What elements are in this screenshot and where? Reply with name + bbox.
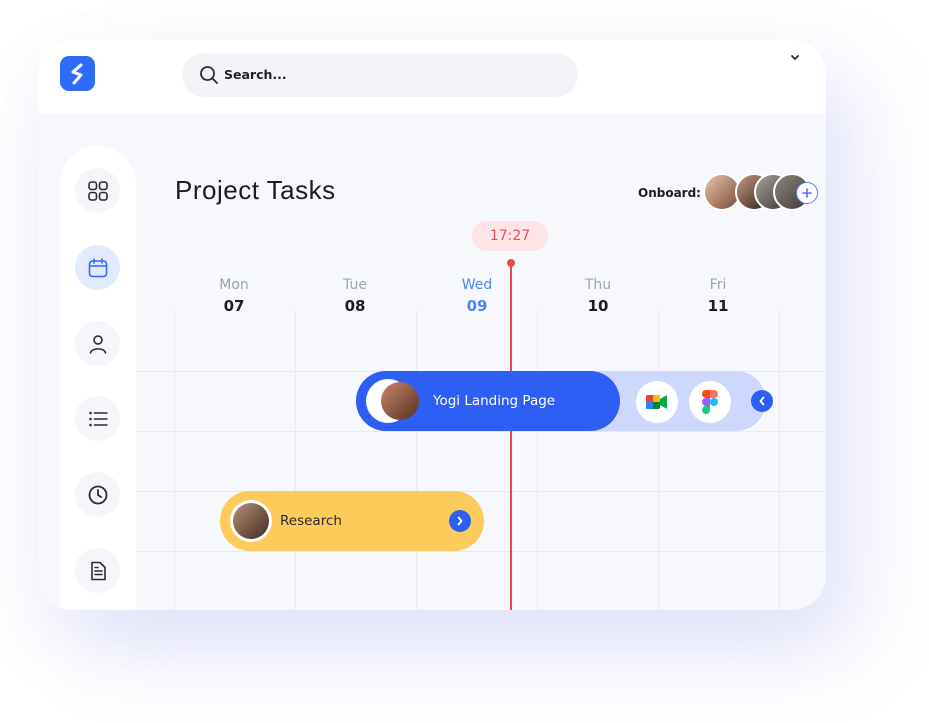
chevron-right-icon — [457, 516, 463, 526]
sidebar — [60, 146, 136, 610]
grid-icon — [87, 180, 108, 201]
plus-icon — [802, 188, 812, 198]
day-column-header[interactable]: Tue 08 — [320, 277, 390, 315]
top-bar: Search... — [38, 40, 826, 113]
sidebar-item-dashboard[interactable] — [75, 168, 120, 213]
day-column-header-current[interactable]: Wed 09 — [442, 277, 512, 315]
sidebar-item-list[interactable] — [75, 396, 120, 441]
grid-line — [658, 310, 659, 610]
day-date: 11 — [707, 297, 729, 315]
grid-line — [174, 310, 175, 610]
task-label: Research — [280, 513, 342, 529]
collapse-button[interactable] — [751, 390, 773, 412]
s-logo-icon — [71, 63, 82, 84]
grid-line — [295, 310, 296, 610]
figma-button[interactable] — [689, 381, 731, 423]
app-window: Search... Project Tasks Onboard: 17:27 M… — [38, 40, 826, 610]
google-meet-button[interactable] — [636, 381, 678, 423]
sidebar-item-documents[interactable] — [75, 548, 120, 593]
current-time-dot — [507, 259, 515, 267]
day-name: Tue — [343, 277, 367, 293]
current-time-badge: 17:27 — [472, 221, 548, 251]
day-date: 07 — [223, 297, 245, 315]
grid-line — [779, 310, 780, 610]
grid-line — [136, 551, 826, 552]
document-icon — [90, 561, 106, 580]
chevron-down-icon[interactable] — [790, 54, 800, 62]
day-date: 10 — [587, 297, 609, 315]
app-logo[interactable] — [60, 56, 95, 91]
sidebar-item-profile[interactable] — [75, 321, 120, 366]
task-assignee-avatar — [366, 379, 419, 423]
search-icon — [200, 66, 218, 84]
task-bar-main[interactable]: Yogi Landing Page — [356, 371, 620, 431]
grid-line — [416, 310, 417, 610]
page-title: Project Tasks — [175, 175, 336, 205]
add-member-button[interactable] — [796, 182, 818, 204]
day-column-header[interactable]: Mon 07 — [199, 277, 269, 315]
day-name: Thu — [584, 277, 612, 293]
user-icon — [89, 334, 106, 354]
grid-line — [537, 310, 538, 610]
sidebar-item-calendar[interactable] — [75, 245, 120, 290]
task-assignee-avatar — [230, 500, 272, 542]
current-time-line — [510, 263, 512, 610]
day-column-header[interactable]: Fri 11 — [683, 277, 753, 315]
search-input[interactable]: Search... — [224, 67, 287, 82]
day-name: Wed — [461, 277, 493, 293]
grid-line — [136, 431, 826, 432]
calendar-icon — [88, 257, 107, 277]
expand-button[interactable] — [449, 510, 471, 532]
task-bar-research[interactable]: Research — [220, 491, 484, 551]
task-bar-yogi-landing-page[interactable]: Yogi Landing Page — [356, 371, 773, 431]
search-bar[interactable]: Search... — [182, 53, 578, 97]
chevron-left-icon — [759, 396, 765, 406]
clock-icon — [88, 485, 107, 504]
day-name: Fri — [709, 277, 727, 293]
task-label: Yogi Landing Page — [433, 393, 556, 409]
google-meet-icon — [646, 395, 667, 409]
day-date: 09 — [466, 297, 488, 315]
onboard-label: Onboard: — [638, 186, 701, 200]
sidebar-item-history[interactable] — [75, 472, 120, 517]
list-icon — [88, 411, 108, 426]
figma-icon — [702, 390, 718, 414]
day-name: Mon — [219, 277, 249, 293]
day-date: 08 — [344, 297, 366, 315]
day-column-header[interactable]: Thu 10 — [563, 277, 633, 315]
